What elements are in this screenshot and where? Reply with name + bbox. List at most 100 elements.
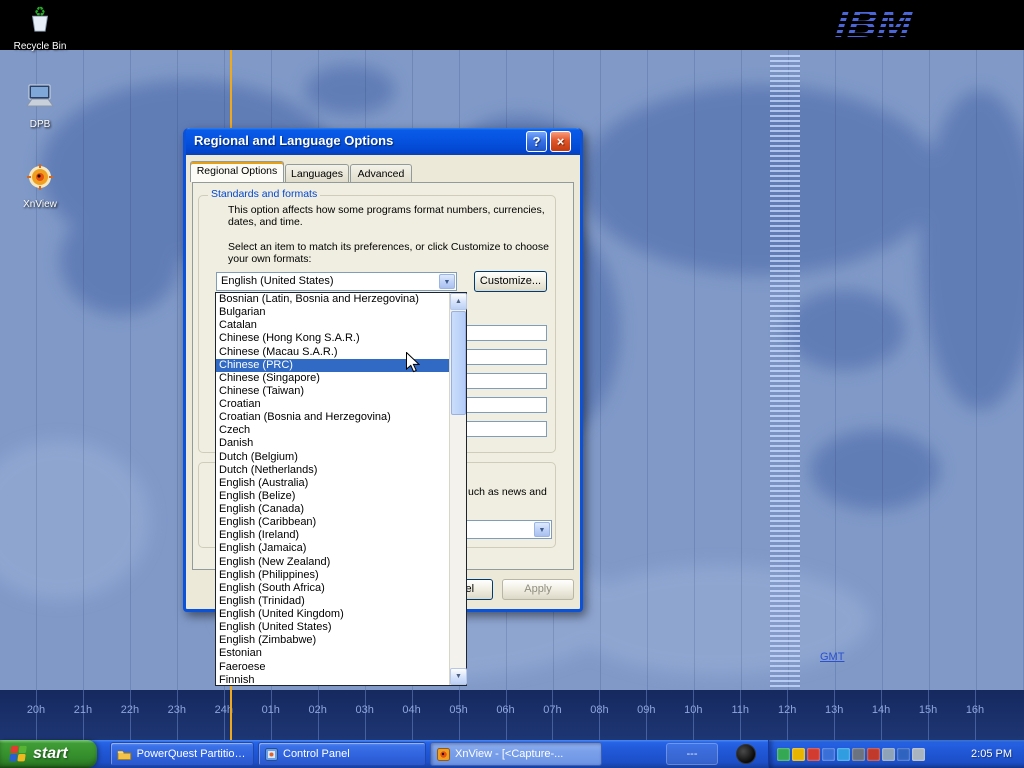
tray-icon-4[interactable] (822, 748, 835, 761)
tab-languages[interactable]: Languages (285, 164, 349, 182)
desktop-icon-dpb[interactable]: DPB (4, 82, 76, 130)
chevron-down-icon[interactable]: ▼ (534, 522, 550, 537)
language-option[interactable]: English (Jamaica) (216, 542, 450, 555)
language-option[interactable]: Bosnian (Latin, Bosnia and Herzegovina) (216, 293, 450, 306)
tray-icon-6[interactable] (852, 748, 865, 761)
timezone-label: 08h (583, 704, 615, 716)
desktop: 20h21h22h23h24h01h02h03h04h05h06h07h08h0… (0, 0, 1024, 768)
xnview-app-icon (437, 748, 450, 761)
tab-advanced[interactable]: Advanced (350, 164, 412, 182)
tray-icons (777, 748, 925, 761)
language-option[interactable]: English (South Africa) (216, 582, 450, 595)
tray-icon-7[interactable] (867, 748, 880, 761)
start-button-label: start (33, 745, 68, 763)
language-option[interactable]: Catalan (216, 319, 450, 332)
timezone-label: 02h (302, 704, 334, 716)
language-option[interactable]: Faeroese (216, 661, 450, 674)
customize-button[interactable]: Customize... (474, 271, 547, 292)
standards-group-caption: Standards and formats (208, 188, 320, 200)
scrollbar-thumb[interactable] (451, 311, 466, 415)
language-option[interactable]: Finnish (216, 674, 450, 685)
taskbar-dark-app-icon[interactable] (736, 744, 756, 764)
tray-icon-1[interactable] (777, 748, 790, 761)
tray-icon-5[interactable] (837, 748, 850, 761)
svg-text:♻: ♻ (34, 4, 46, 19)
timezone-label: 06h (490, 704, 522, 716)
language-option[interactable]: Chinese (Hong Kong S.A.R.) (216, 332, 450, 345)
timezone-label: 16h (959, 704, 991, 716)
hatched-meridian-band (770, 55, 800, 690)
location-text-fragment: uch as news and (468, 486, 547, 498)
taskbar: start PowerQuest Partition... Control Pa… (0, 740, 1024, 768)
tray-icon-3[interactable] (807, 748, 820, 761)
tab-regional-options[interactable]: Regional Options (190, 161, 284, 182)
format-combobox[interactable]: English (United States) ▼ (216, 272, 457, 291)
windows-flag-icon (8, 745, 28, 763)
language-option[interactable]: Czech (216, 424, 450, 437)
language-option[interactable]: Dutch (Belgium) (216, 451, 450, 464)
language-option[interactable]: English (Philippines) (216, 569, 450, 582)
taskbar-clock[interactable]: 2:05 PM (971, 748, 1024, 760)
language-option[interactable]: Danish (216, 437, 450, 450)
recycle-bin-icon: ♻ (25, 4, 55, 39)
dialog-titlebar[interactable]: Regional and Language Options ? × (186, 128, 580, 155)
control-panel-icon (265, 748, 278, 761)
language-option[interactable]: English (Trinidad) (216, 595, 450, 608)
language-option[interactable]: Croatian (Bosnia and Herzegovina) (216, 411, 450, 424)
tray-icon-2[interactable] (792, 748, 805, 761)
timezone-label: 01h (255, 704, 287, 716)
start-button[interactable]: start (0, 740, 97, 768)
language-option[interactable]: English (United Kingdom) (216, 608, 450, 621)
language-option[interactable]: Croatian (216, 398, 450, 411)
language-option[interactable]: English (United States) (216, 621, 450, 634)
taskbar-button-powerquest[interactable]: PowerQuest Partition... (110, 742, 254, 766)
scroll-down-button[interactable]: ▼ (450, 668, 467, 685)
desktop-icon-xnview[interactable]: XnView (4, 162, 76, 210)
xnview-icon (25, 162, 55, 197)
language-option[interactable]: Bulgarian (216, 306, 450, 319)
language-option[interactable]: English (Australia) (216, 477, 450, 490)
language-option[interactable]: English (Belize) (216, 490, 450, 503)
folder-icon (117, 748, 132, 761)
language-option[interactable]: English (Ireland) (216, 529, 450, 542)
timezone-label: 05h (443, 704, 475, 716)
taskbar-toolbar[interactable]: --- (666, 743, 718, 765)
language-option[interactable]: English (Caribbean) (216, 516, 450, 529)
timezone-label: 21h (67, 704, 99, 716)
language-dropdown-list: Bosnian (Latin, Bosnia and Herzegovina)B… (215, 292, 467, 686)
language-option[interactable]: Chinese (Singapore) (216, 372, 450, 385)
timezone-band: 20h21h22h23h24h01h02h03h04h05h06h07h08h0… (0, 690, 1024, 740)
timezone-label: 07h (536, 704, 568, 716)
mouse-cursor (406, 352, 420, 373)
language-option[interactable]: English (New Zealand) (216, 556, 450, 569)
help-button[interactable]: ? (526, 131, 547, 152)
system-tray: 2:05 PM (768, 740, 1024, 768)
timezone-label: 23h (161, 704, 193, 716)
apply-button: Apply (502, 579, 574, 600)
desktop-icon-recycle-bin[interactable]: ♻ Recycle Bin (4, 4, 76, 52)
list-scrollbar[interactable]: ▲ ▼ (449, 293, 466, 685)
taskbar-button-xnview[interactable]: XnView - [<Capture-... (430, 742, 602, 766)
scroll-up-button[interactable]: ▲ (450, 293, 467, 310)
close-button[interactable]: × (550, 131, 571, 152)
language-option[interactable]: Chinese (Taiwan) (216, 385, 450, 398)
taskbar-button-control-panel[interactable]: Control Panel (258, 742, 426, 766)
tray-icon-10[interactable] (912, 748, 925, 761)
timezone-label: 13h (818, 704, 850, 716)
gmt-label: GMT (820, 651, 844, 663)
tray-icon-8[interactable] (882, 748, 895, 761)
timezone-label: 24h (208, 704, 240, 716)
timezone-label: 12h (771, 704, 803, 716)
timezone-label: 04h (396, 704, 428, 716)
tray-icon-9[interactable] (897, 748, 910, 761)
timezone-label: 22h (114, 704, 146, 716)
language-option[interactable]: Estonian (216, 647, 450, 660)
language-option[interactable]: Dutch (Netherlands) (216, 464, 450, 477)
chevron-down-icon[interactable]: ▼ (439, 274, 455, 289)
standards-description-line2: dates, and time. (228, 216, 303, 228)
timezone-label: 09h (630, 704, 662, 716)
timezone-label: 11h (724, 704, 756, 716)
language-option[interactable]: English (Canada) (216, 503, 450, 516)
language-option[interactable]: English (Zimbabwe) (216, 634, 450, 647)
desktop-icon-label: Recycle Bin (4, 41, 76, 52)
